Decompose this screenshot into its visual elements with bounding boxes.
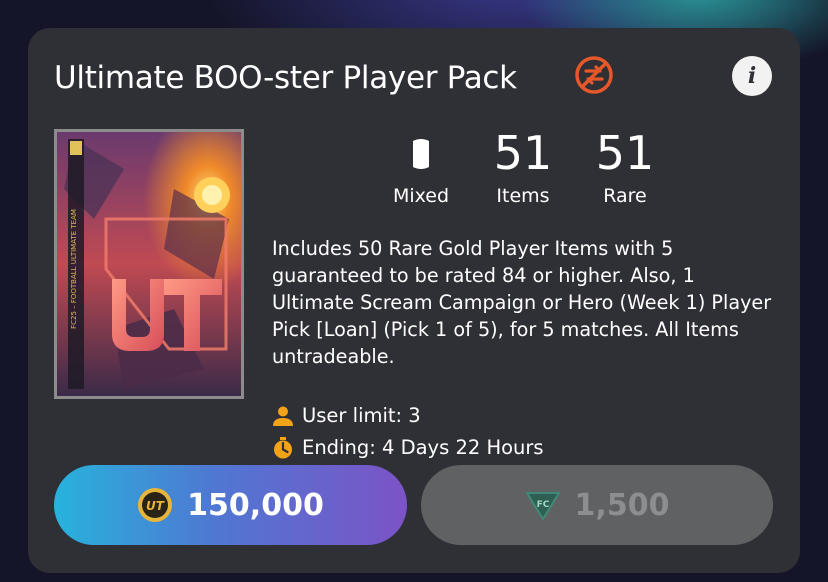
stat-items-value: 51	[493, 126, 553, 180]
user-icon	[273, 406, 293, 426]
stopwatch-icon	[274, 436, 292, 458]
ending-row: Ending: 4 Days 22 Hours	[272, 436, 544, 459]
buy-with-points-button[interactable]: FC 1,500	[421, 465, 773, 545]
stat-mixed-label: Mixed	[392, 185, 450, 207]
mixed-card-icon	[413, 139, 429, 169]
pack-card: Ultimate BOO-ster Player Pack i FC25 – F…	[28, 28, 800, 573]
user-limit-text: User limit: 3	[302, 404, 421, 427]
pack-art-label: FC25 – FOOTBALL ULTIMATE TEAM	[70, 209, 78, 329]
stat-rare-value: 51	[595, 126, 655, 180]
pack-title: Ultimate BOO-ster Player Pack	[54, 60, 517, 96]
stat-items-label: Items	[496, 185, 550, 207]
buy-with-coins-button[interactable]: UT 150,000	[54, 465, 407, 545]
stat-items: 51 Items	[478, 128, 568, 208]
stat-rare: 51 Rare	[580, 128, 670, 208]
stat-mixed: Mixed	[376, 128, 466, 208]
svg-text:UT: UT	[146, 499, 165, 513]
coins-price: 150,000	[187, 487, 324, 523]
no-trade-icon	[575, 56, 613, 94]
pack-description: Includes 50 Rare Gold Player Items with …	[272, 237, 772, 368]
ending-text: Ending: 4 Days 22 Hours	[302, 436, 544, 459]
info-button[interactable]: i	[732, 56, 772, 96]
ut-coin-icon: UT	[138, 488, 173, 522]
pack-artwork: FC25 – FOOTBALL ULTIMATE TEAM	[54, 129, 244, 399]
pack-stats: Mixed 51 Items 51 Rare	[376, 128, 656, 208]
svg-text:FC: FC	[536, 500, 549, 510]
points-price: 1,500	[574, 487, 670, 523]
fc-points-icon: FC	[525, 492, 560, 520]
stat-rare-label: Rare	[603, 185, 647, 207]
user-limit-row: User limit: 3	[272, 404, 421, 427]
